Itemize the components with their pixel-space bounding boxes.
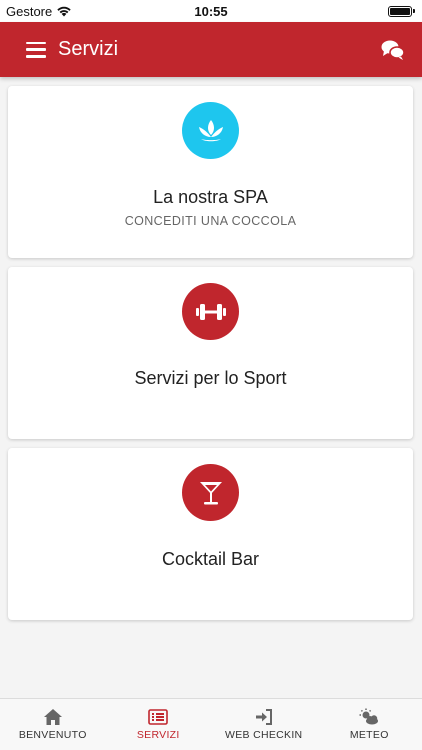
service-card-title: Servizi per lo Sport xyxy=(134,368,287,388)
service-card-sport[interactable]: Servizi per lo Sport xyxy=(8,267,413,439)
tab-label: METEO xyxy=(349,729,389,741)
status-bar: Gestore 10:55 xyxy=(0,0,422,22)
service-card-bar[interactable]: Cocktail Bar xyxy=(8,448,413,620)
sign-in-icon xyxy=(255,709,272,725)
chat-bubbles-icon[interactable] xyxy=(380,37,406,63)
bar-icon-circle xyxy=(182,464,239,521)
wifi-icon xyxy=(57,6,71,17)
status-bar-left: Gestore xyxy=(6,4,72,19)
bottom-tab-bar: BENVENUTO SERVIZI WEB CHECKIN METEO xyxy=(0,698,422,750)
lotus-icon xyxy=(198,119,223,141)
service-card-title: La nostra SPA xyxy=(153,187,268,207)
tab-label: WEB CHECKIN xyxy=(225,729,303,741)
weather-icon xyxy=(359,708,379,725)
service-card-title: Cocktail Bar xyxy=(161,549,260,569)
page-title: Servizi xyxy=(58,38,119,60)
sport-icon-circle xyxy=(182,283,239,340)
service-card-spa[interactable]: La nostra SPA CONCEDITI UNA COCCOLA xyxy=(8,86,413,258)
dumbbell-icon xyxy=(195,303,226,320)
home-icon xyxy=(43,709,62,725)
tab-web-checkin[interactable]: WEB CHECKIN xyxy=(211,699,317,750)
tab-servizi[interactable]: SERVIZI xyxy=(106,699,212,750)
hamburger-menu-icon[interactable] xyxy=(26,41,46,58)
tab-benvenuto[interactable]: BENVENUTO xyxy=(0,699,106,750)
battery-icon xyxy=(388,5,415,17)
spa-icon-circle xyxy=(182,102,239,159)
list-icon xyxy=(148,709,169,725)
tab-label: BENVENUTO xyxy=(18,729,87,741)
service-card-subtitle: CONCEDITI UNA COCCOLA xyxy=(124,214,297,228)
carrier-label: Gestore xyxy=(6,3,53,19)
app-header: Servizi xyxy=(0,22,422,77)
tab-meteo[interactable]: METEO xyxy=(317,699,422,750)
tab-label: SERVIZI xyxy=(136,729,180,741)
services-list: La nostra SPA CONCEDITI UNA COCCOLA Serv… xyxy=(8,86,414,629)
cocktail-glass-icon xyxy=(199,481,222,504)
